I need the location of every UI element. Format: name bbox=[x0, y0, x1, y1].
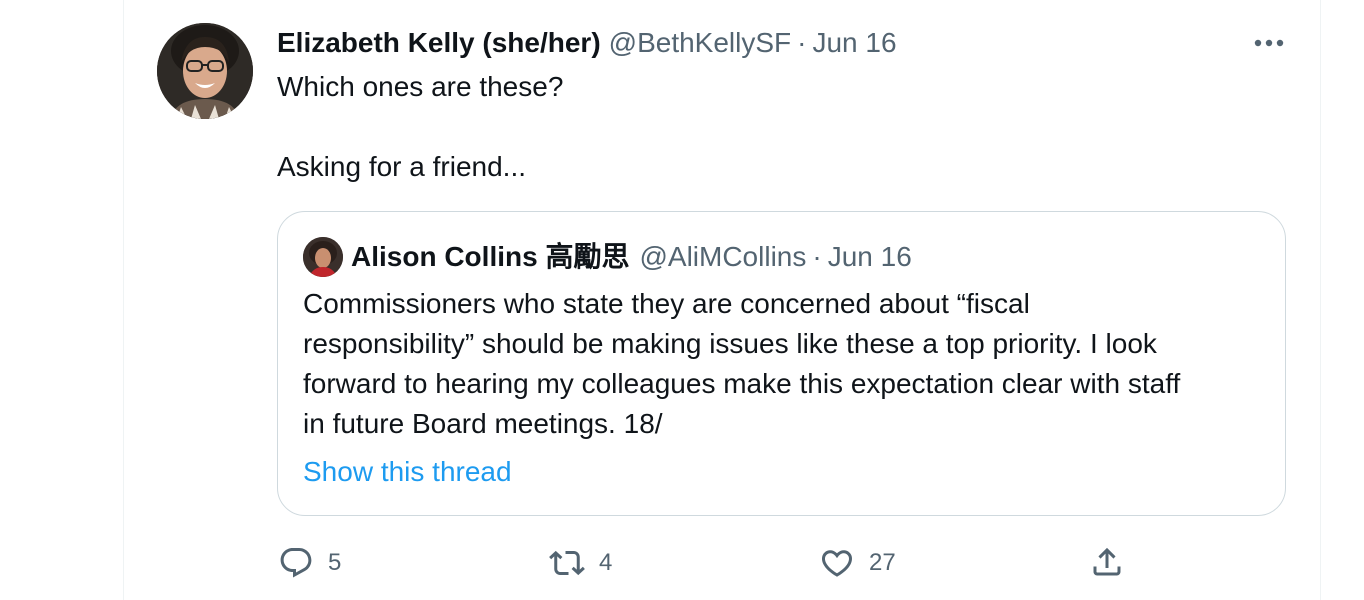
reply-button[interactable]: 5 bbox=[278, 545, 341, 581]
author-name[interactable]: Elizabeth Kelly (she/her) bbox=[277, 24, 601, 62]
quoted-author-avatar bbox=[303, 237, 343, 277]
quoted-text-line: Commissioners who state they are concern… bbox=[303, 288, 1030, 319]
heart-icon bbox=[821, 550, 853, 577]
show-thread-link[interactable]: Show this thread bbox=[303, 452, 512, 492]
author-avatar[interactable] bbox=[157, 23, 253, 119]
quoted-author-handle: @AliMCollins bbox=[639, 241, 807, 272]
tweet-text-line: Which ones are these? bbox=[277, 71, 564, 102]
quoted-tweet-body: Commissioners who state they are concern… bbox=[303, 284, 1273, 444]
header-separator: · bbox=[797, 27, 807, 58]
tweet-date[interactable]: Jun 16 bbox=[812, 24, 896, 62]
retweet-icon bbox=[549, 550, 585, 576]
reply-count: 5 bbox=[328, 549, 342, 576]
author-handle[interactable]: @BethKellySF bbox=[609, 24, 792, 62]
quoted-text-line: forward to hearing my colleagues make th… bbox=[303, 368, 1181, 399]
more-horizontal-icon bbox=[1254, 39, 1284, 47]
share-icon bbox=[1093, 547, 1121, 576]
more-options-button[interactable] bbox=[1248, 30, 1290, 56]
quoted-text-line: in future Board meetings. 18/ bbox=[303, 408, 663, 439]
reply-icon bbox=[280, 548, 312, 578]
tweet-text-line: Asking for a friend... bbox=[277, 151, 527, 182]
quoted-header-separator: · bbox=[812, 241, 822, 272]
share-button[interactable] bbox=[1089, 544, 1125, 580]
tweet[interactable]: Elizabeth Kelly (she/her) @BethKellySF ·… bbox=[0, 0, 1364, 600]
like-count: 27 bbox=[869, 549, 896, 576]
retweet-count: 4 bbox=[599, 549, 613, 576]
quoted-author-name: Alison Collins 高勵思 bbox=[351, 241, 630, 272]
quoted-text-line: responsibility” should be making issues … bbox=[303, 328, 1157, 359]
tweet-header: Elizabeth Kelly (she/her) @BethKellySF ·… bbox=[277, 24, 897, 62]
retweet-button[interactable]: 4 bbox=[549, 545, 612, 581]
quoted-tweet-header: Alison Collins 高勵思 @AliMCollins · Jun 16 bbox=[351, 237, 912, 277]
like-button[interactable]: 27 bbox=[819, 545, 896, 581]
quoted-tweet-date: Jun 16 bbox=[827, 241, 912, 272]
tweet-actions: 5 4 27 bbox=[0, 540, 1364, 590]
quoted-tweet[interactable]: Alison Collins 高勵思 @AliMCollins · Jun 16… bbox=[277, 211, 1286, 516]
